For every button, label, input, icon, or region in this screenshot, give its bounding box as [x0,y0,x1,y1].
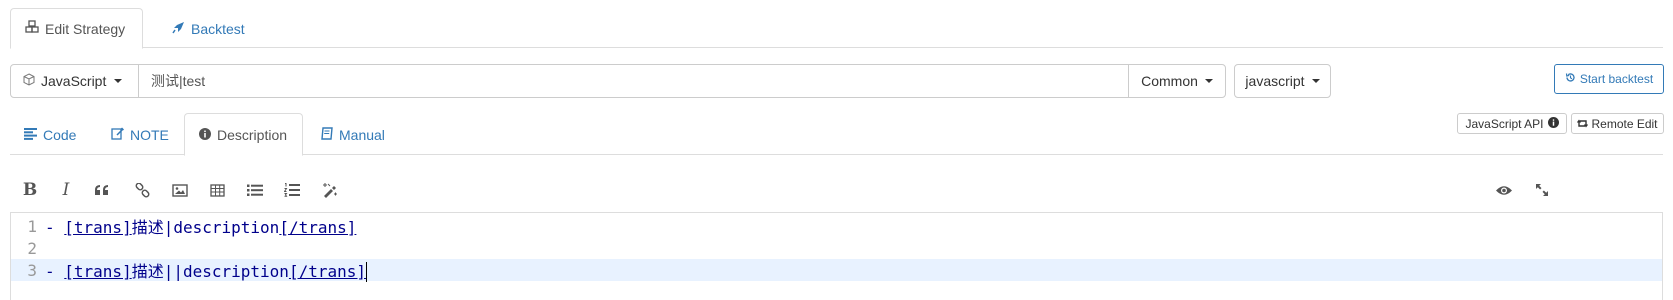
top-tab-bar: Edit Strategy Backtest [10,8,1663,49]
trans-open-tag: [trans] [64,218,132,237]
image-icon[interactable] [168,178,192,202]
language-version-label: javascript [1245,73,1305,89]
javascript-api-label: JavaScript API [1465,116,1544,131]
category-dropdown[interactable]: Common [1128,64,1226,98]
chevron-down-icon [1204,79,1213,83]
start-backtest-label: Start backtest [1579,72,1654,86]
language-version-dropdown[interactable]: javascript [1234,64,1331,98]
markdown-editor[interactable]: 1 - [trans]描述|description[/trans] 2 3 - … [10,212,1663,300]
language-label: JavaScript [41,73,107,89]
link-icon[interactable] [130,178,154,202]
start-backtest-button[interactable]: Start backtest [1554,64,1664,94]
tab-description-label: Description [217,126,288,143]
javascript-api-button[interactable]: JavaScript API [1457,113,1567,134]
cube-icon [23,73,35,89]
line-number: 1 [27,216,37,236]
italic-icon[interactable]: I [54,178,78,202]
fullscreen-icon[interactable] [1530,178,1554,202]
tab-edit-strategy[interactable]: Edit Strategy [10,8,143,49]
tab-code[interactable]: Code [24,113,76,156]
list-marker: - [45,218,65,237]
remote-edit-label: Remote Edit [1591,116,1658,131]
edit-icon [111,126,125,143]
trans-close-tag: [/trans] [288,261,366,281]
tab-backtest-label: Backtest [191,20,245,37]
info-circle-icon [1547,116,1559,131]
editor-tab-bar: Code NOTE Description Manual [10,113,1663,156]
strategy-name-input[interactable] [138,64,1129,98]
tab-manual-label: Manual [339,126,385,143]
table-icon[interactable] [205,178,229,202]
remote-edit-button[interactable]: Remote Edit [1571,113,1664,134]
category-label: Common [1141,73,1198,89]
tab-backtest[interactable]: Backtest [158,8,259,49]
line-text: 描述|description [131,218,280,237]
line-number: 2 [27,238,37,258]
tab-code-label: Code [43,126,77,143]
preview-icon[interactable] [1492,178,1516,202]
tab-note-label: NOTE [130,126,169,143]
tab-edit-strategy-label: Edit Strategy [45,20,126,37]
trans-open-tag: [trans] [64,261,132,281]
bold-icon[interactable]: B [18,178,42,202]
cubes-icon [25,20,39,37]
language-dropdown[interactable]: JavaScript [10,64,139,98]
chevron-down-icon [1311,79,1320,83]
trans-close-tag: [/trans] [279,218,357,237]
editor-line: 2 [11,237,1662,259]
list-marker: - [45,261,65,281]
history-icon [1565,72,1576,86]
rocket-icon [172,21,185,37]
tab-description[interactable]: Description [184,113,303,156]
editor-line: 1 - [trans]描述|description[/trans] [11,214,1662,238]
tab-note[interactable]: NOTE [111,113,169,156]
retweet-icon [1577,117,1589,131]
info-circle-icon [199,127,211,143]
line-text: 描述||description [131,261,289,281]
line-content: - [trans]描述|description[/trans] [39,214,356,238]
book-icon [321,126,333,143]
markdown-toolbar: B I [10,170,1663,210]
clean-block-icon[interactable] [318,178,342,202]
quote-icon[interactable] [90,178,114,202]
ordered-list-icon[interactable] [280,178,304,202]
text-cursor [366,262,367,283]
line-content: - [trans]描述||description[/trans] [39,258,367,283]
chevron-down-icon [114,79,123,83]
unordered-list-icon[interactable] [243,178,267,202]
tab-manual[interactable]: Manual [321,113,385,156]
editor-line-active: 3 - [trans]描述||description[/trans] [11,258,1662,283]
align-left-icon [24,127,37,143]
line-number: 3 [27,260,37,280]
